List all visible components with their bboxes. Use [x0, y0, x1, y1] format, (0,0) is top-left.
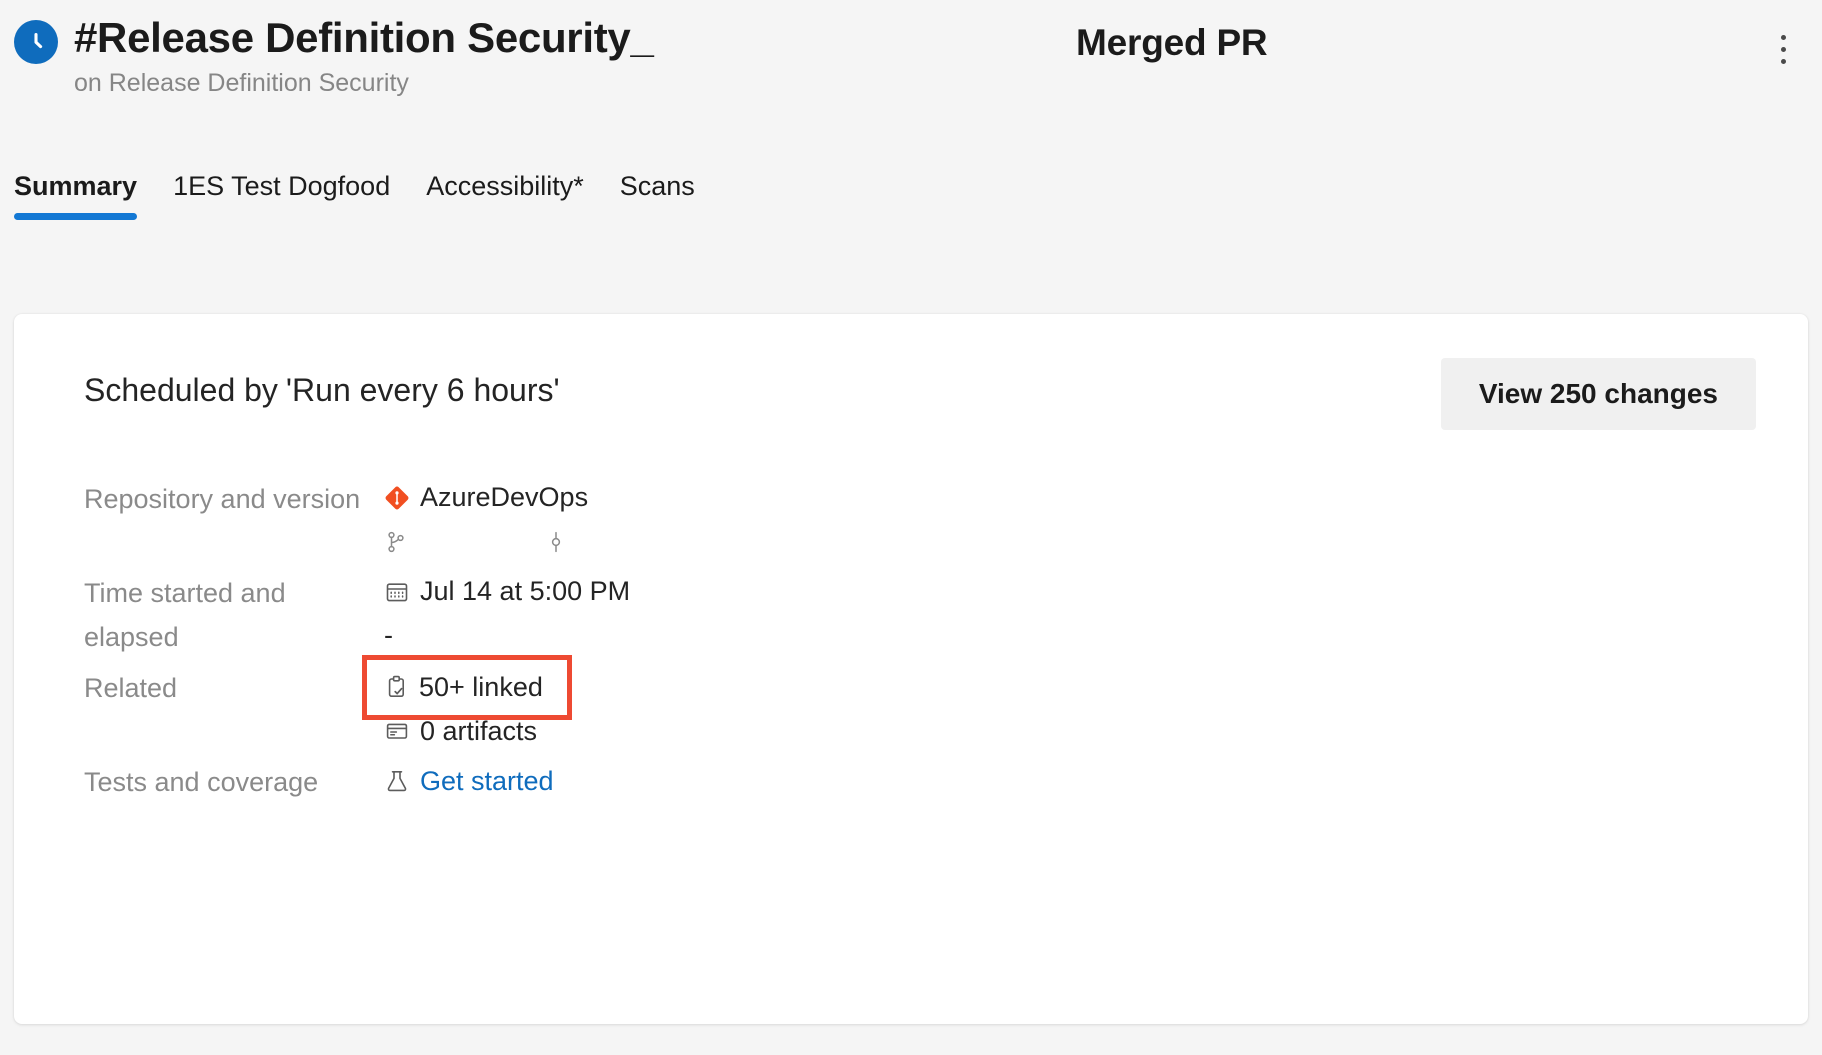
beaker-icon: [384, 768, 410, 794]
commit-icon[interactable]: [544, 530, 568, 554]
artifacts-icon: [384, 718, 410, 744]
calendar-icon: [384, 579, 410, 605]
tests-get-started-link[interactable]: Get started: [384, 759, 1756, 803]
detail-value: Get started: [384, 759, 1756, 803]
kebab-dot: [1781, 35, 1786, 40]
artifacts-label: 0 artifacts: [420, 710, 537, 754]
page-title: #Release Definition Security_: [74, 14, 1794, 61]
detail-value: Jul 14 at 5:00 PM -: [384, 570, 1756, 658]
page-subtitle: on Release Definition Security: [74, 69, 1794, 98]
work-items-icon: [385, 674, 409, 700]
status-badge: Merged PR: [1076, 22, 1267, 64]
detail-row-repository: Repository and version AzureDevOps: [84, 476, 1756, 564]
kebab-dot: [1781, 59, 1786, 64]
linked-work-items-label: 50+ linked: [419, 666, 543, 710]
start-time-text: Jul 14 at 5:00 PM: [420, 570, 630, 614]
kebab-dot: [1781, 47, 1786, 52]
tab-label: Scans: [620, 171, 695, 201]
tab-label: Accessibility*: [426, 171, 584, 201]
tab-1es-test-dogfood[interactable]: 1ES Test Dogfood: [155, 173, 408, 220]
branch-icon[interactable]: [384, 530, 408, 554]
tab-label: 1ES Test Dogfood: [173, 171, 390, 201]
get-started-label: Get started: [420, 760, 554, 804]
elapsed-time-value: -: [384, 614, 1756, 658]
detail-value: AzureDevOps: [384, 476, 1756, 564]
tab-accessibility[interactable]: Accessibility*: [408, 173, 602, 220]
kebab-menu-icon[interactable]: [1766, 24, 1800, 74]
repository-sub-icons: [384, 520, 1756, 564]
clock-icon: [14, 20, 58, 64]
repository-value[interactable]: AzureDevOps: [384, 476, 1756, 520]
page-header: #Release Definition Security_ on Release…: [0, 0, 1822, 140]
detail-label: Related: [84, 665, 384, 711]
tab-bar: Summary 1ES Test Dogfood Accessibility* …: [0, 158, 1822, 220]
detail-value: 50+ linked 0 artifacts: [384, 665, 1756, 753]
artifacts-value[interactable]: 0 artifacts: [384, 709, 1756, 753]
repository-name: AzureDevOps: [420, 476, 588, 520]
title-block: #Release Definition Security_ on Release…: [74, 14, 1794, 98]
azure-repos-icon: [384, 485, 410, 511]
detail-label: Tests and coverage: [84, 759, 384, 805]
summary-card: Scheduled by'Run every 6 hours' View 250…: [14, 314, 1808, 1024]
tab-scans[interactable]: Scans: [602, 173, 713, 220]
view-changes-button[interactable]: View 250 changes: [1441, 358, 1756, 430]
detail-row-time: Time started and elapsed Jul 14 at 5:00 …: [84, 570, 1756, 659]
build-details-list: Repository and version AzureDevOps: [84, 476, 1756, 805]
card-header: Scheduled by'Run every 6 hours' View 250…: [84, 358, 1756, 430]
detail-row-related: Related 50+ linked: [84, 665, 1756, 753]
scheduled-by-text: Scheduled by'Run every 6 hours': [84, 358, 560, 409]
detail-label: Repository and version: [84, 476, 384, 522]
tab-summary[interactable]: Summary: [14, 173, 155, 220]
detail-row-tests: Tests and coverage Get started: [84, 759, 1756, 805]
start-time-value: Jul 14 at 5:00 PM: [384, 570, 1756, 614]
title-row: #Release Definition Security_ on Release…: [14, 14, 1794, 98]
scheduled-by-prefix: Scheduled by: [84, 372, 278, 408]
detail-label: Time started and elapsed: [84, 570, 384, 659]
tab-label: Summary: [14, 171, 137, 201]
scheduled-by-trigger: 'Run every 6 hours': [286, 372, 560, 408]
